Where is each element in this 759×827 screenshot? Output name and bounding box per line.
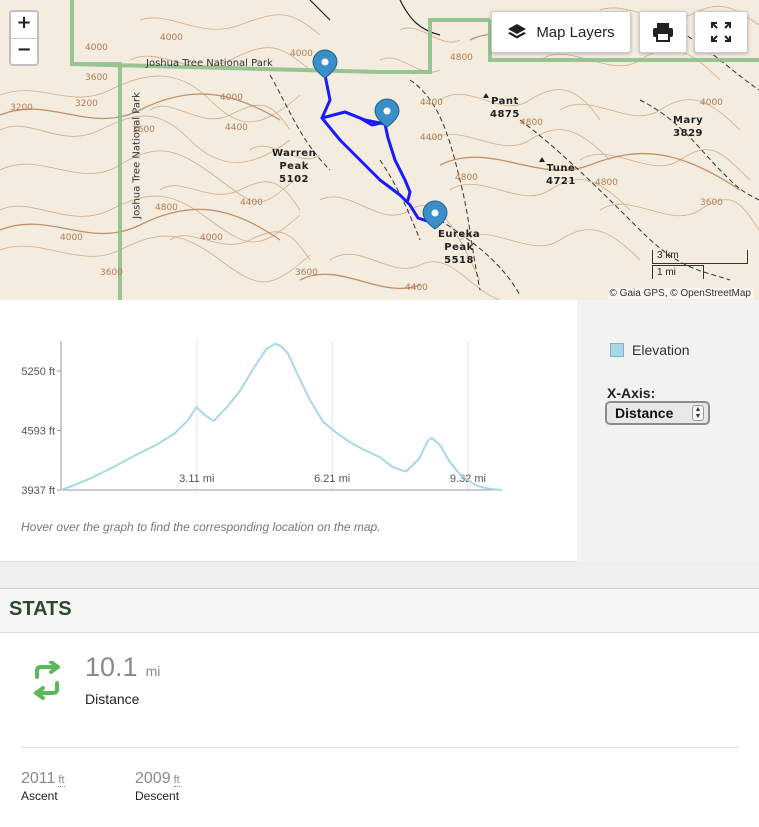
- stats-header: STATS: [0, 589, 759, 633]
- x-axis-select-value: Distance: [615, 405, 674, 421]
- x-tick-label: 9.32 mi: [450, 473, 486, 485]
- contour-label: 4000: [200, 233, 223, 243]
- x-axis-select[interactable]: Distance ▲ ▼: [605, 401, 710, 425]
- descent-stat: 2009 ft Descent: [135, 770, 180, 803]
- expand-icon: [711, 22, 731, 42]
- scale-mi: 1 mi: [652, 265, 704, 279]
- contour-label: 4000: [85, 43, 108, 53]
- peak-label-warren: Warren Peak 5102: [272, 148, 317, 185]
- ascent-unit: ft: [58, 774, 65, 787]
- distance-unit: mi: [145, 663, 161, 679]
- waypoint-marker-end: [422, 200, 448, 230]
- contour-label: 3600: [700, 198, 723, 208]
- x-tick-label: 6.21 mi: [314, 473, 350, 485]
- print-button[interactable]: [639, 11, 687, 53]
- round-trip-arrows-icon: [34, 661, 60, 700]
- distance-value: 10.1 mi: [85, 652, 161, 682]
- stats-divider: [21, 747, 739, 748]
- contour-label: 4000: [60, 233, 83, 243]
- legend-label: Elevation: [632, 342, 690, 358]
- descent-label: Descent: [135, 789, 180, 803]
- contour-label: 4400: [405, 283, 428, 293]
- layers-icon: [508, 24, 527, 39]
- contour-label: 3600: [100, 268, 123, 278]
- ascent-stat: 2011 ft Ascent: [21, 770, 65, 803]
- chart-options-sidebar: [577, 300, 759, 562]
- contour-label: 4400: [420, 98, 443, 108]
- x-axis-label: X-Axis:: [607, 385, 656, 401]
- contour-label: 3600: [295, 268, 318, 278]
- select-arrows-icon: ▲ ▼: [692, 405, 704, 421]
- y-tick-label: 5250 ft: [21, 366, 55, 378]
- map-view[interactable]: 4000 4000 3600 3200 3600 4000 4400 4400 …: [0, 0, 759, 300]
- peak-label-eureka: Eureka Peak 5518: [438, 229, 481, 266]
- contour-label: 4800: [155, 203, 178, 213]
- map-layers-button[interactable]: Map Layers: [491, 11, 631, 53]
- zoom-out-button[interactable]: −: [11, 38, 37, 64]
- descent-value: 2009: [135, 770, 171, 787]
- contour-label: 4800: [595, 178, 618, 188]
- descent-unit: ft: [173, 774, 180, 787]
- peak-label-pant: Pant 4875: [490, 96, 520, 120]
- y-tick-label: 4593 ft: [21, 426, 55, 438]
- zoom-control: + −: [9, 10, 39, 66]
- y-tick-label: 3937 ft: [21, 485, 55, 497]
- waypoint-marker-start: [312, 49, 338, 79]
- map-attribution: © Gaia GPS, © OpenStreetMap: [607, 288, 753, 299]
- legend-swatch: [610, 343, 624, 357]
- contour-label: 4000: [700, 98, 723, 108]
- contour-label: 4400: [420, 133, 443, 143]
- contour-label: 4000: [160, 33, 183, 43]
- hover-hint: Hover over the graph to find the corresp…: [21, 520, 381, 534]
- printer-icon: [653, 23, 673, 42]
- scale-km: 3 km: [652, 250, 748, 264]
- contour-label: 4800: [455, 173, 478, 183]
- ascent-value: 2011: [21, 770, 56, 787]
- elevation-series-line: [60, 342, 503, 491]
- contour-label: 4400: [225, 123, 248, 133]
- fullscreen-button[interactable]: [694, 11, 748, 53]
- contour-label: 4800: [450, 53, 473, 63]
- chart-legend[interactable]: Elevation: [610, 342, 690, 358]
- park-label-top: Joshua Tree National Park: [146, 58, 273, 69]
- x-tick-label: 3.11 mi: [179, 473, 214, 485]
- elevation-chart[interactable]: 5250 ft 4593 ft 3937 ft 3.11 mi 6.21 mi 9.32 …: [0, 300, 560, 510]
- contour-label: 4800: [520, 118, 543, 128]
- contour-label: 3200: [10, 103, 33, 113]
- contour-label: 3600: [85, 73, 108, 83]
- map-layers-label: Map Layers: [536, 23, 615, 41]
- contour-label: 4000: [290, 49, 313, 59]
- distance-label: Distance: [85, 691, 140, 707]
- peak-label-tune: Tune 4721: [546, 163, 576, 187]
- peak-label-mary: Mary 3829: [673, 115, 704, 139]
- contour-label: 3200: [75, 99, 98, 109]
- stats-heading: STATS: [9, 598, 72, 620]
- stats-section: STATS 10.1 mi Distance 2011 ft Ascent 2009…: [0, 588, 759, 827]
- elevation-panel: 5250 ft 4593 ft 3937 ft 3.11 mi 6.21 mi 9.32 …: [0, 300, 759, 562]
- contour-label: 4400: [240, 198, 263, 208]
- zoom-in-button[interactable]: +: [11, 12, 37, 38]
- park-label-side: Joshua Tree National Park: [131, 92, 143, 219]
- map-scale-bar: 3 km 1 mi: [652, 250, 748, 280]
- contour-label: 4000: [220, 93, 243, 103]
- ascent-label: Ascent: [21, 789, 58, 803]
